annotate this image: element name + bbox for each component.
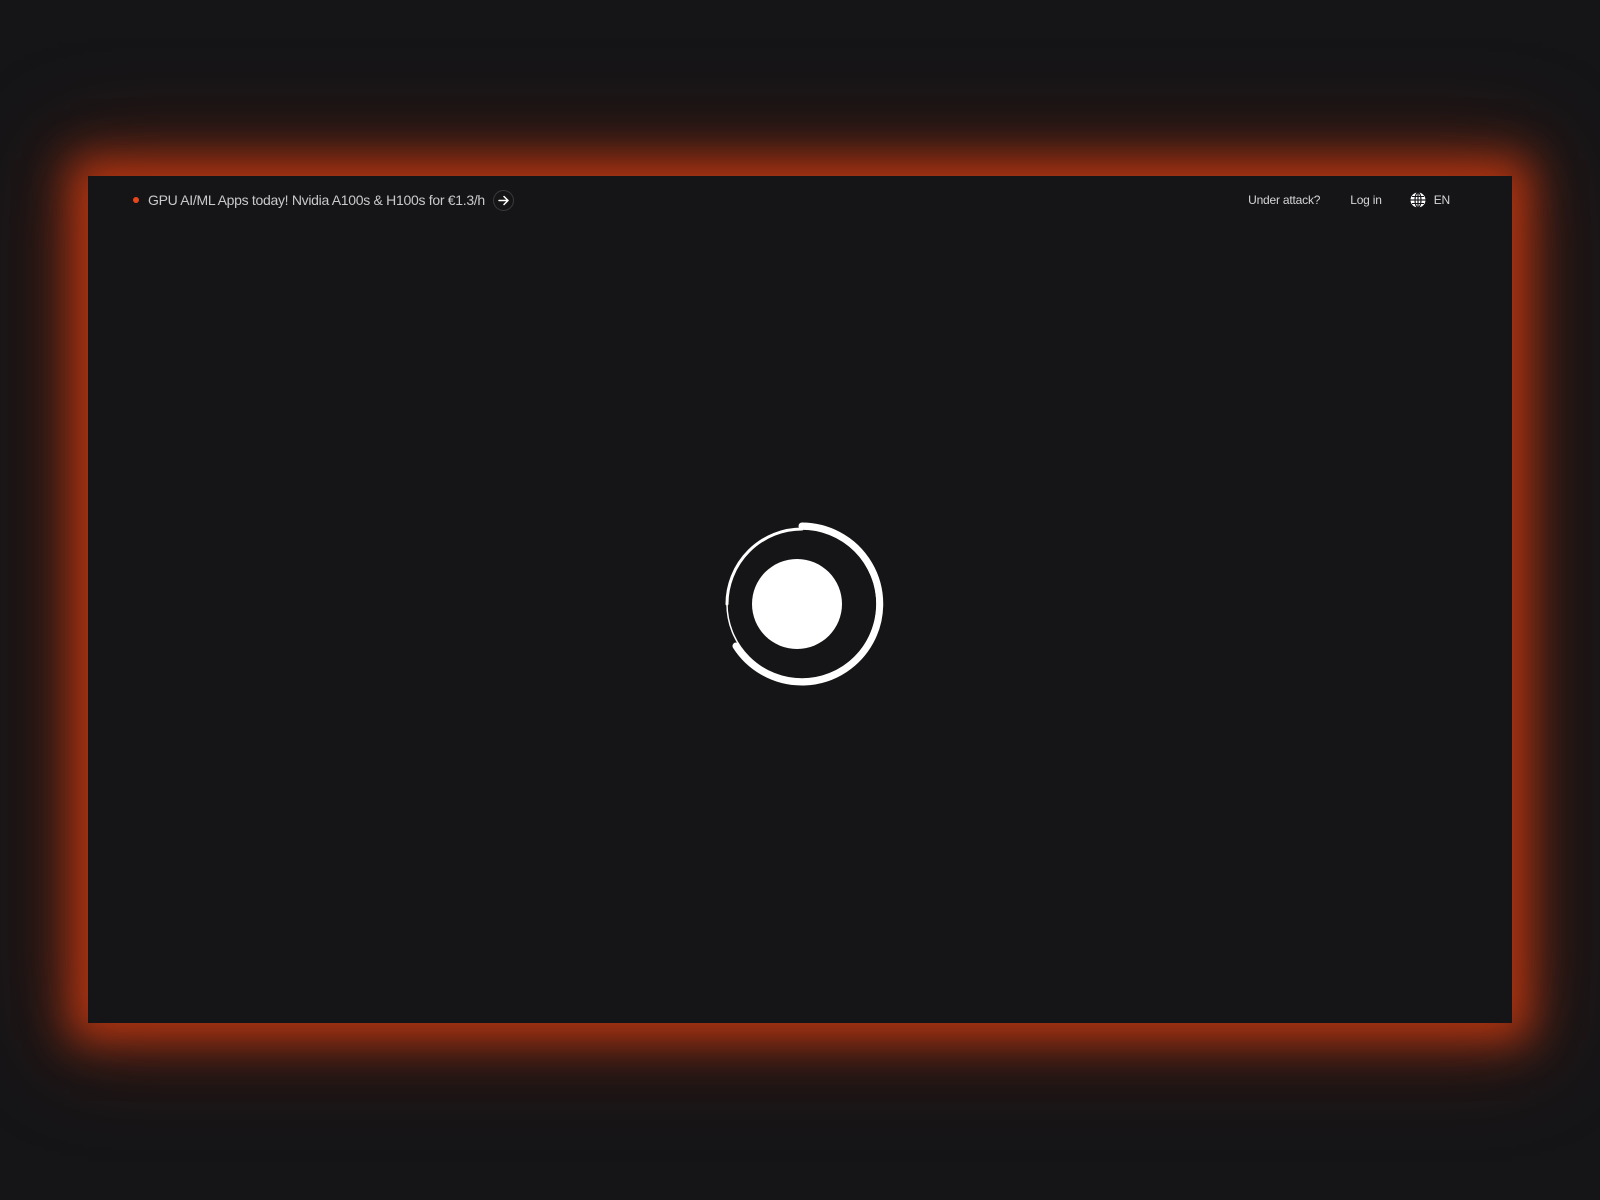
spinner-icon — [720, 522, 884, 686]
login-link[interactable]: Log in — [1350, 193, 1382, 207]
loading-frame: GPU AI/ML Apps today! Nvidia A100s & H10… — [88, 176, 1512, 1023]
promo-text: GPU AI/ML Apps today! Nvidia A100s & H10… — [148, 192, 485, 208]
under-attack-link[interactable]: Under attack? — [1248, 193, 1320, 207]
page: GPU AI/ML Apps today! Nvidia A100s & H10… — [0, 0, 1600, 1200]
promo-dot-icon — [133, 197, 139, 203]
promo-banner-link[interactable]: GPU AI/ML Apps today! Nvidia A100s & H10… — [133, 188, 514, 212]
globe-icon — [1410, 192, 1426, 208]
top-nav: Under attack? Log in EN — [1248, 188, 1450, 212]
language-label: EN — [1433, 193, 1450, 207]
arrow-right-icon[interactable] — [492, 189, 514, 211]
top-bar: GPU AI/ML Apps today! Nvidia A100s & H10… — [88, 176, 1512, 222]
language-selector[interactable]: EN — [1410, 192, 1450, 208]
